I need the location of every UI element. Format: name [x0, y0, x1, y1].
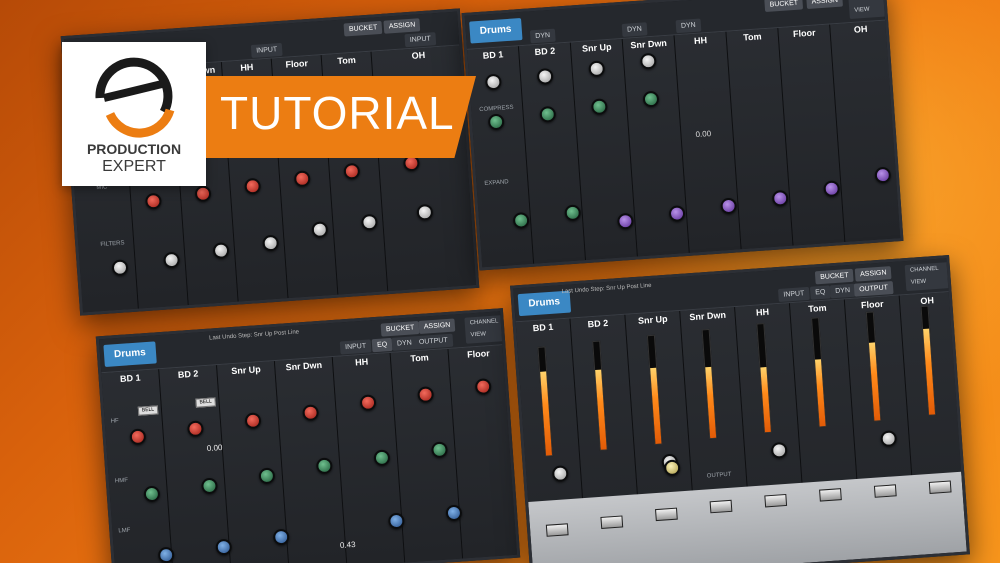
channel-fader[interactable] [764, 493, 788, 508]
dyn-toggle[interactable]: DYN [621, 22, 648, 37]
bell-button[interactable]: BELL [195, 397, 216, 408]
bucket-button[interactable]: BUCKET [380, 320, 420, 337]
eq-band-lmf: LMF [118, 527, 131, 535]
channel-name: HH [240, 61, 254, 73]
bell-button[interactable]: BELL [137, 405, 159, 416]
dyn-toggle[interactable]: DYN [829, 283, 856, 299]
tutorial-banner: TUTORIAL [206, 76, 476, 158]
channel-fader[interactable] [873, 484, 897, 498]
input-toggle-2[interactable]: INPUT [404, 32, 437, 48]
panel-top-right-dynamics: Drums BUCKET ASSIGN CHANNEL VIEW DYN DYN… [461, 0, 904, 271]
dyn-toggle[interactable]: DYN [675, 18, 702, 34]
channel-fader[interactable] [928, 480, 952, 494]
panel-bottom-left-eq: Drums Last Undo Step: Snr Up Post Line B… [95, 308, 521, 563]
tab-drums[interactable]: Drums [103, 341, 157, 367]
channel-name: OH [411, 49, 426, 61]
assign-button[interactable]: ASSIGN [418, 318, 456, 334]
lmf-knob[interactable] [157, 546, 175, 563]
tab-drums[interactable]: Drums [469, 18, 523, 44]
output-toggle[interactable]: OUTPUT [413, 333, 454, 350]
input-toggle[interactable]: INPUT [339, 339, 372, 355]
undo-status: Last Undo Step: Snr Up Post Line [208, 329, 300, 342]
gain-readout: 0.43 [339, 539, 356, 551]
channel-fader[interactable] [709, 499, 733, 514]
channel-name: Snr Dwn [285, 359, 323, 373]
input-toggle[interactable]: INPUT [250, 42, 283, 59]
freq-readout: 0.00 [206, 442, 223, 454]
channel-fader[interactable] [600, 515, 624, 529]
e-logo-icon [95, 57, 175, 138]
eq-toggle[interactable]: EQ [371, 337, 393, 353]
input-toggle[interactable]: INPUT [777, 286, 810, 303]
panel-bottom-right-output: Drums Last Undo Step: Snr Up Post Line B… [510, 255, 970, 563]
banner-title: TUTORIAL [220, 87, 455, 139]
channel-name: BD 1 [532, 321, 554, 334]
channel-name: BD 2 [587, 317, 609, 330]
channel-name: Snr Up [581, 41, 612, 54]
bucket-button[interactable]: BUCKET [764, 0, 804, 12]
channel-name: Floor [285, 58, 309, 70]
channel-view-button[interactable]: CHANNEL VIEW [464, 314, 507, 344]
channel-name: Floor [860, 298, 884, 311]
channel-name: Floor [466, 348, 490, 360]
thumbnail-stage: BUCKET ASSIGN INPUT INPUT Snr Dwn HH Flo… [0, 0, 1000, 563]
bucket-button[interactable]: BUCKET [814, 268, 855, 285]
channel-fader[interactable] [545, 523, 569, 537]
channel-view-button[interactable]: CHANNEL VIEW [904, 262, 951, 292]
dyn-toggle[interactable]: DYN [529, 28, 556, 44]
channel-name: BD 2 [177, 368, 199, 380]
channel-name: HH [354, 356, 369, 368]
undo-status: Last Undo Step: Snr Up Post Line [561, 282, 652, 296]
channel-fader[interactable] [655, 507, 678, 522]
channel-name: Tom [337, 54, 357, 67]
assign-button[interactable]: ASSIGN [806, 0, 844, 10]
eq-band-hmf: HMF [114, 477, 129, 485]
threshold-readout: 0.00 [695, 129, 712, 140]
output-toggle[interactable]: OUTPUT [853, 281, 894, 297]
assign-button[interactable]: ASSIGN [383, 18, 421, 34]
channel-name: Tom [742, 31, 762, 43]
channel-name: Snr Up [230, 364, 262, 377]
eq-toggle[interactable]: EQ [809, 285, 831, 300]
logo-line-2: EXPERT [102, 158, 166, 175]
channel-name: HH [755, 306, 770, 318]
channel-name: Tom [807, 302, 827, 314]
channel-name: OH [853, 23, 868, 35]
channel-view-button[interactable]: CHANNEL VIEW [848, 0, 888, 20]
production-expert-logo: PRODUCTION EXPERT [62, 42, 206, 186]
channel-name: BD 2 [534, 45, 556, 58]
eq-band-hf: HF [110, 418, 119, 425]
channel-name: BD 1 [119, 372, 141, 384]
channel-name: Tom [410, 352, 430, 364]
channel-name: Floor [792, 27, 816, 40]
channel-name: BD 1 [482, 49, 504, 61]
channel-fader[interactable] [819, 488, 842, 502]
channel-name: Snr Up [637, 313, 668, 326]
channel-name: HH [693, 35, 708, 46]
channel-name: Snr Dwn [630, 37, 668, 51]
bucket-button[interactable]: BUCKET [343, 20, 383, 37]
assign-button[interactable]: ASSIGN [854, 266, 892, 282]
channel-name: Snr Dwn [689, 309, 727, 323]
logo-line-1: PRODUCTION [86, 141, 182, 157]
